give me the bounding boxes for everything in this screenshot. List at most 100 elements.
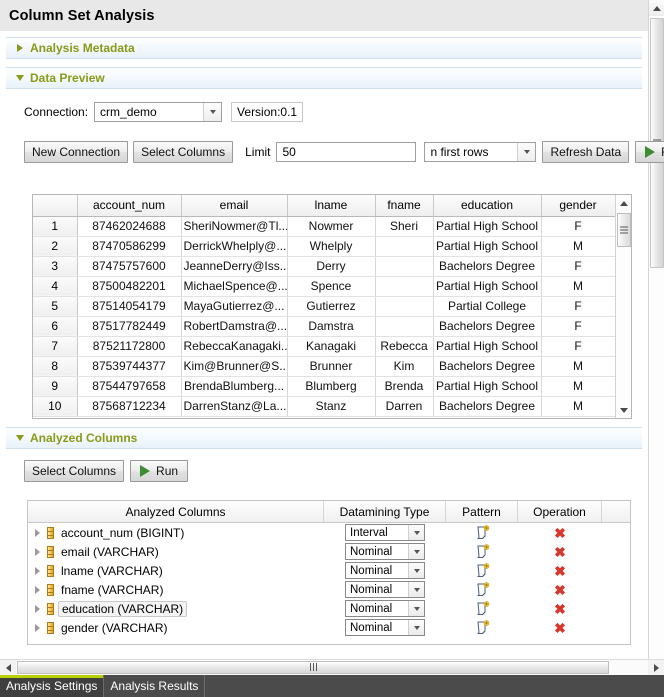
run-preview-button[interactable]: Run	[635, 141, 664, 163]
tab-analysis-results[interactable]: Analysis Results	[104, 675, 205, 697]
datamining-type-select[interactable]: Nominal	[345, 619, 425, 636]
table-row[interactable]: 10 87568712234 DarrenStanz@La... Stanz D…	[33, 396, 615, 416]
button-label: Select Columns	[141, 145, 225, 159]
analyzed-column-row[interactable]: email (VARCHAR) Nominal	[28, 542, 630, 561]
column-header-lname[interactable]: lname	[287, 195, 375, 216]
chevron-down-icon[interactable]	[408, 544, 424, 559]
grid-scroll-thumb[interactable]	[617, 213, 631, 247]
data-preview-grid[interactable]: account_num email lname fname education …	[32, 194, 632, 419]
delete-row-icon[interactable]: ✖	[554, 602, 566, 616]
cell-lname: Stanz	[287, 396, 375, 416]
analyzed-columns-grid[interactable]: Analyzed Columns Datamining Type Pattern…	[27, 500, 631, 645]
cell-account-num: 87462024688	[77, 216, 181, 236]
expand-arrow-icon[interactable]	[35, 529, 40, 537]
hscroll-track[interactable]	[16, 660, 648, 676]
pattern-icon[interactable]	[475, 525, 490, 540]
column-header[interactable]	[33, 195, 77, 216]
datamining-type-select[interactable]: Interval	[345, 524, 425, 541]
table-row[interactable]: 4 87500482201 MichaelSpence@... Spence P…	[33, 276, 615, 296]
delete-row-icon[interactable]: ✖	[554, 526, 566, 540]
pattern-icon[interactable]	[475, 601, 490, 616]
refresh-data-button[interactable]: Refresh Data	[542, 141, 629, 163]
expand-arrow-icon[interactable]	[35, 586, 40, 594]
delete-row-icon[interactable]: ✖	[554, 564, 566, 578]
analyzed-run-button[interactable]: Run	[130, 460, 188, 482]
chevron-down-icon[interactable]	[408, 563, 424, 578]
scroll-right-button[interactable]	[648, 660, 664, 676]
analyzed-column-row[interactable]: fname (VARCHAR) Nominal	[28, 580, 630, 599]
column-header-fname[interactable]: fname	[375, 195, 433, 216]
datamining-type-select[interactable]: Nominal	[345, 543, 425, 560]
expand-arrow-icon[interactable]	[35, 624, 40, 632]
delete-row-icon[interactable]: ✖	[554, 545, 566, 559]
column-header-account-num[interactable]: account_num	[77, 195, 181, 216]
cell-education: Partial High School	[433, 216, 541, 236]
cell-account-num: 87475757600	[77, 256, 181, 276]
expand-arrow-icon[interactable]	[35, 567, 40, 575]
section-label: Analysis Metadata	[30, 41, 135, 55]
pattern-icon[interactable]	[475, 544, 490, 559]
new-connection-button[interactable]: New Connection	[24, 141, 128, 163]
page-horizontal-scrollbar[interactable]	[0, 659, 664, 675]
cell-gender: M	[541, 276, 615, 296]
delete-row-icon[interactable]: ✖	[554, 583, 566, 597]
table-row[interactable]: 8 87539744377 Kim@Brunner@S... Brunner K…	[33, 356, 615, 376]
datamining-type-select[interactable]: Nominal	[345, 600, 425, 617]
row-number: 4	[33, 276, 77, 296]
table-row[interactable]: 3 87475757600 JeanneDerry@Iss... Derry B…	[33, 256, 615, 276]
column-header-email[interactable]: email	[181, 195, 287, 216]
column-header-datamining-type[interactable]: Datamining Type	[324, 501, 446, 522]
scroll-down-button[interactable]	[616, 402, 632, 418]
analyzed-column-row[interactable]: gender (VARCHAR) Nominal	[28, 618, 630, 637]
analyzed-column-row[interactable]: account_num (BIGINT) Interval	[28, 523, 630, 542]
cell-email: SheriNowmer@Tl...	[181, 216, 287, 236]
table-row[interactable]: 7 87521172800 RebeccaKanagaki... Kanagak…	[33, 336, 615, 356]
analyzed-columns-toolbar: Select Columns Run	[24, 460, 188, 482]
select-columns-button[interactable]: Select Columns	[133, 141, 233, 163]
hscroll-thumb[interactable]	[17, 661, 609, 674]
cell-education: Partial High School	[433, 336, 541, 356]
column-header-gender[interactable]: gender	[541, 195, 615, 216]
datamining-type-select[interactable]: Nominal	[345, 562, 425, 579]
column-header-education[interactable]: education	[433, 195, 541, 216]
delete-row-icon[interactable]: ✖	[554, 621, 566, 635]
cell-fname	[375, 236, 433, 256]
page-vertical-scrollbar[interactable]	[648, 0, 664, 660]
section-header-analyzed-columns[interactable]: Analyzed Columns	[6, 427, 642, 449]
column-header-pattern[interactable]: Pattern	[446, 501, 518, 522]
datamining-type-select[interactable]: Nominal	[345, 581, 425, 598]
grid-vertical-scrollbar[interactable]	[615, 195, 631, 418]
table-row[interactable]: 9 87544797658 BrendaBlumberg... Blumberg…	[33, 376, 615, 396]
chevron-down-icon[interactable]	[517, 143, 535, 161]
chevron-down-icon[interactable]	[408, 620, 424, 635]
connection-select[interactable]: crm_demo	[94, 102, 222, 122]
table-row[interactable]: 6 87517782449 RobertDamstra@... Damstra …	[33, 316, 615, 336]
pattern-icon[interactable]	[475, 620, 490, 635]
expand-arrow-icon[interactable]	[35, 548, 40, 556]
column-header-operation[interactable]: Operation	[518, 501, 602, 522]
scroll-left-button[interactable]	[0, 660, 16, 676]
cell-email: DarrenStanz@La...	[181, 396, 287, 416]
data-preview-table: account_num email lname fname education …	[33, 195, 615, 417]
table-row[interactable]: 5 87514054179 MayaGutierrez@... Gutierre…	[33, 296, 615, 316]
pattern-icon[interactable]	[475, 563, 490, 578]
scroll-up-button[interactable]	[649, 0, 664, 16]
section-header-analysis-metadata[interactable]: Analysis Metadata	[6, 37, 642, 59]
chevron-down-icon[interactable]	[408, 525, 424, 540]
chevron-down-icon[interactable]	[408, 582, 424, 597]
scroll-up-button[interactable]	[616, 195, 632, 211]
analyzed-column-row[interactable]: lname (VARCHAR) Nominal	[28, 561, 630, 580]
chevron-down-icon[interactable]	[408, 601, 424, 616]
limit-input[interactable]: 50	[276, 142, 416, 162]
analyzed-select-columns-button[interactable]: Select Columns	[24, 460, 124, 482]
expand-arrow-icon[interactable]	[35, 605, 40, 613]
table-row[interactable]: 2 87470586299 DerrickWhelply@... Whelply…	[33, 236, 615, 256]
table-row[interactable]: 1 87462024688 SheriNowmer@Tl... Nowmer S…	[33, 216, 615, 236]
analyzed-column-row-selected[interactable]: education (VARCHAR) Nominal	[28, 599, 630, 618]
tab-analysis-settings[interactable]: Analysis Settings	[0, 675, 104, 697]
rows-mode-select[interactable]: n first rows	[424, 142, 536, 162]
chevron-down-icon[interactable]	[203, 103, 221, 121]
section-header-data-preview[interactable]: Data Preview	[6, 67, 642, 89]
pattern-icon[interactable]	[475, 582, 490, 597]
column-header-analyzed-columns[interactable]: Analyzed Columns	[28, 501, 324, 522]
